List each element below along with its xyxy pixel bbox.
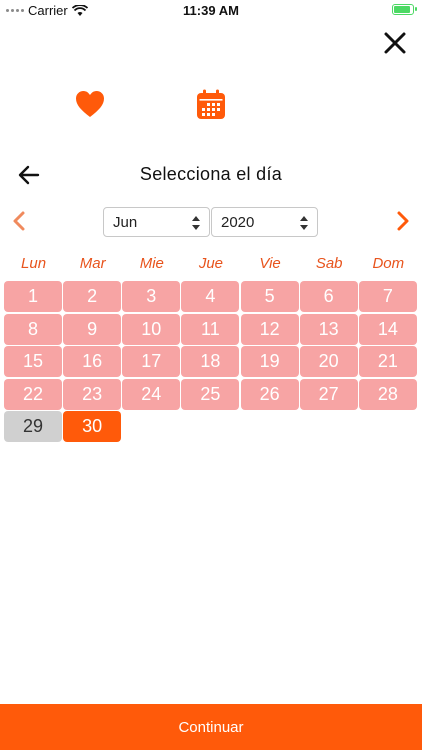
chevron-right-icon xyxy=(397,211,409,231)
grid-separator-dot xyxy=(61,311,65,315)
calendar-day[interactable]: 30 xyxy=(63,411,122,442)
calendar-day[interactable]: 13 xyxy=(299,313,358,345)
calendar-day[interactable]: 3 xyxy=(122,281,181,312)
calendar-day[interactable]: 26 xyxy=(240,378,299,410)
grid-separator-dot xyxy=(238,344,242,347)
battery-icon xyxy=(392,4,417,15)
calendar-day[interactable]: 19 xyxy=(240,346,299,377)
calendar-day[interactable]: 21 xyxy=(358,346,417,377)
year-select[interactable]: 2020 xyxy=(211,207,318,237)
page-title: Selecciona el día xyxy=(139,164,283,184)
calendar-day[interactable]: 11 xyxy=(181,313,240,345)
grid-separator-dot xyxy=(297,311,301,315)
calendar-day[interactable]: 10 xyxy=(122,313,181,345)
calendar-day[interactable]: 9 xyxy=(63,313,122,345)
calendar-day[interactable]: 17 xyxy=(122,346,181,377)
weekday-label: Dom xyxy=(372,255,405,272)
calendar-day[interactable]: 5 xyxy=(240,281,299,312)
calendar-day[interactable]: 2 xyxy=(63,281,122,312)
calendar-day[interactable]: 28 xyxy=(358,378,417,410)
continue-button[interactable]: Continuar xyxy=(0,704,422,750)
weekday-label: Jue xyxy=(198,255,224,272)
calendar-day[interactable]: 16 xyxy=(63,346,122,377)
chevron-left-icon xyxy=(13,211,25,231)
grid-separator-dot xyxy=(297,344,301,347)
status-bar: Carrier 11:39 AM xyxy=(0,0,422,22)
calendar-day[interactable]: 1 xyxy=(4,281,62,312)
calendar-day[interactable]: 12 xyxy=(240,313,299,345)
select-arrows-icon xyxy=(192,216,200,230)
status-time: 11:39 AM xyxy=(183,3,239,18)
weekday-label: Mie xyxy=(139,255,164,272)
calendar-day[interactable]: 27 xyxy=(299,378,358,410)
grid-separator-dot xyxy=(356,311,360,315)
calendar-day[interactable]: 22 xyxy=(4,378,62,410)
weekday-header: Lun Mar Mie Jue Vie Sab Dom xyxy=(4,255,418,272)
calendar-day[interactable]: 15 xyxy=(4,346,62,377)
calendar-day[interactable]: 6 xyxy=(299,281,358,312)
calendar-tab[interactable] xyxy=(194,88,228,122)
month-select[interactable]: Jun xyxy=(103,207,210,237)
grid-separator-dot xyxy=(297,376,301,380)
next-month-button[interactable] xyxy=(394,208,412,234)
calendar-day[interactable]: 7 xyxy=(358,281,417,312)
calendar-day[interactable]: 14 xyxy=(358,313,417,345)
grid-separator-dot xyxy=(120,311,124,315)
weekday-label: Lun xyxy=(21,255,47,272)
calendar-day[interactable]: 24 xyxy=(122,378,181,410)
grid-separator-dot xyxy=(356,344,360,347)
weekday-label: Vie xyxy=(259,255,281,272)
calendar-day[interactable]: 23 xyxy=(63,378,122,410)
grid-separator-dot xyxy=(238,376,242,380)
grid-separator-dot xyxy=(61,376,65,380)
favorites-tab[interactable] xyxy=(74,88,106,120)
calendar-day[interactable]: 18 xyxy=(181,346,240,377)
year-value: 2020 xyxy=(221,214,255,231)
calendar-day[interactable]: 25 xyxy=(181,378,240,410)
calendar-icon xyxy=(197,89,225,119)
calendar-day[interactable]: 8 xyxy=(4,313,62,345)
calendar-day[interactable]: 20 xyxy=(299,346,358,377)
calendar-day[interactable]: 4 xyxy=(181,281,240,312)
previous-month-button[interactable] xyxy=(10,208,28,234)
grid-separator-dot xyxy=(120,376,124,380)
weekday-label: Mar xyxy=(79,255,106,272)
select-arrows-icon xyxy=(300,216,308,230)
grid-separator-dot xyxy=(238,311,242,315)
close-button[interactable] xyxy=(382,30,408,56)
heart-icon xyxy=(76,91,104,117)
month-value: Jun xyxy=(113,214,138,231)
grid-separator-dot xyxy=(356,376,360,380)
weekday-label: Sab xyxy=(315,255,343,272)
close-icon xyxy=(384,32,406,54)
calendar-day[interactable]: 29 xyxy=(4,411,62,442)
